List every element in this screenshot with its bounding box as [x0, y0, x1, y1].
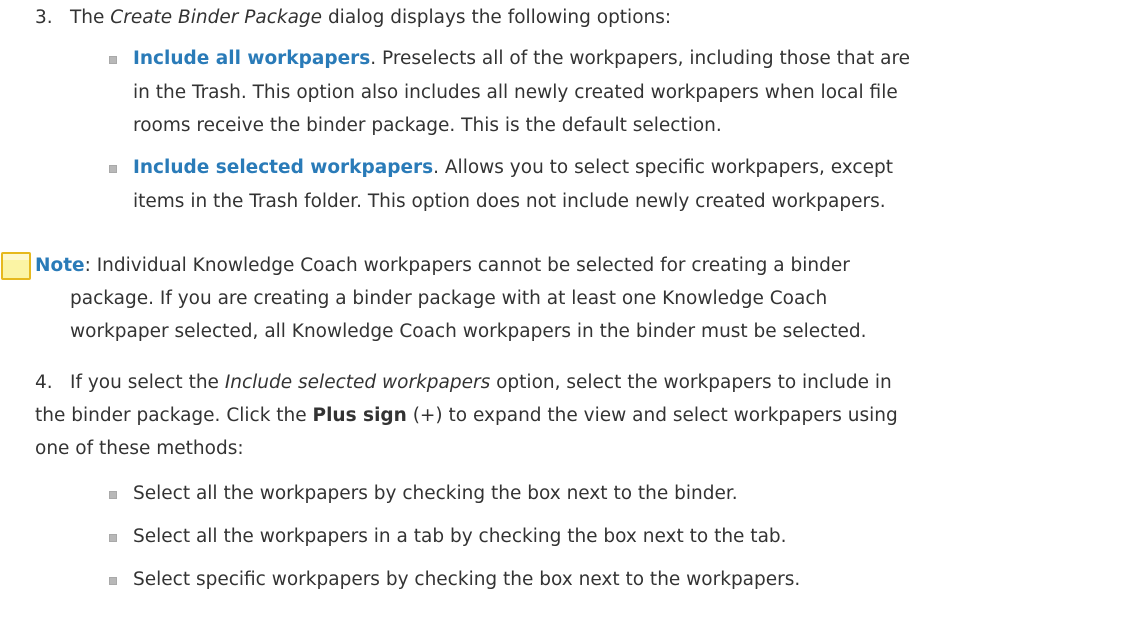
note-icon — [1, 252, 31, 280]
step-3-number: 3. — [35, 7, 53, 28]
note-text-1: : Individual Knowledge Coach workpapers … — [84, 255, 850, 276]
note-label: Note — [35, 255, 85, 276]
step-4-option-name: Include selected workpapers — [224, 372, 491, 393]
bullet-icon — [109, 165, 117, 173]
bullet-icon — [109, 577, 117, 585]
option-all-line-1: Include all workpapers. Preselects all o… — [133, 46, 910, 72]
step-3-text: The Create Binder Package dialog display… — [70, 5, 671, 31]
method-item-tab: Select all the workpapers in a tab by ch… — [133, 526, 787, 547]
step-4-line-2-prefix: the binder package. Click the — [35, 405, 313, 426]
step-4-number: 4. — [35, 372, 53, 393]
step-3-suffix: dialog displays the following options: — [322, 7, 672, 28]
method-item-specific: Select specific workpapers by checking t… — [133, 569, 801, 590]
step-4-line-3: one of these methods: — [35, 438, 244, 459]
step-4-prefix: If you select the — [70, 372, 225, 393]
option-all-line-3: rooms receive the binder package. This i… — [133, 115, 722, 136]
bullet-icon — [109, 491, 117, 499]
note-line-1: Note: Individual Knowledge Coach workpap… — [35, 253, 850, 279]
option-all-line-2: in the Trash. This option also includes … — [133, 82, 898, 103]
note-line-3: workpaper selected, all Knowledge Coach … — [70, 321, 867, 342]
step-4-suffix: option, select the workpapers to include… — [490, 372, 892, 393]
method-item-binder: Select all the workpapers by checking th… — [133, 483, 738, 504]
note-line-2: package. If you are creating a binder pa… — [70, 288, 828, 309]
option-selected-text-1: . Allows you to select specific workpape… — [433, 157, 893, 178]
dialog-name: Create Binder Package — [110, 7, 323, 28]
option-all-term: Include all workpapers — [133, 48, 371, 69]
option-selected-line-1: Include selected workpapers. Allows you … — [133, 155, 893, 181]
bullet-icon — [109, 56, 117, 64]
step-4-line-1: If you select the Include selected workp… — [70, 370, 892, 396]
bullet-icon — [109, 534, 117, 542]
step-4-line-2: the binder package. Click the Plus sign … — [35, 403, 898, 429]
step-4-line-2-suffix: (+) to expand the view and select workpa… — [406, 405, 898, 426]
option-selected-term: Include selected workpapers — [133, 157, 434, 178]
step-3-prefix: The — [70, 7, 111, 28]
option-selected-line-2: items in the Trash folder. This option d… — [133, 191, 886, 212]
option-all-text-1: . Preselects all of the workpapers, incl… — [370, 48, 911, 69]
plus-sign-label: Plus sign — [312, 405, 407, 426]
